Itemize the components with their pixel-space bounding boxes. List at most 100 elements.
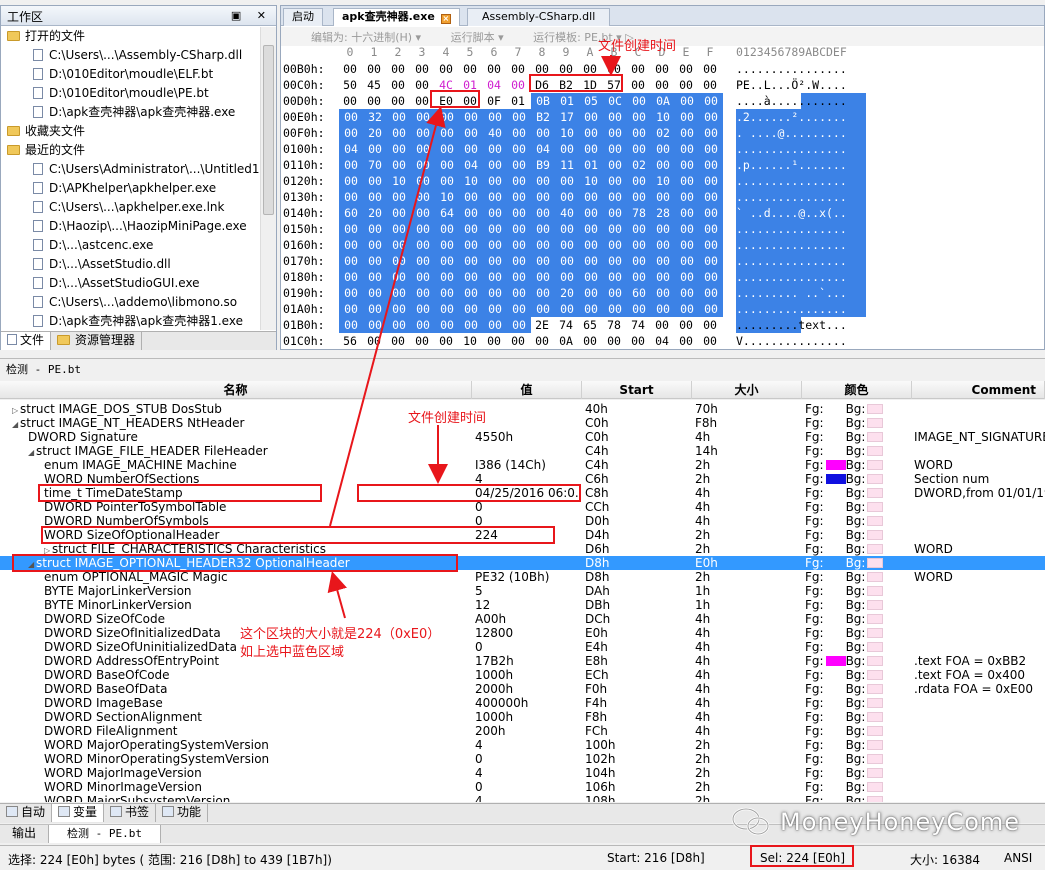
bg-swatch[interactable] <box>867 544 884 554</box>
hex-byte[interactable]: 02 <box>627 157 651 173</box>
hex-byte[interactable]: 00 <box>411 109 435 125</box>
hex-byte[interactable]: 00 <box>339 317 363 333</box>
hex-byte[interactable]: 00 <box>387 125 411 141</box>
hex-byte[interactable]: 00 <box>651 317 673 333</box>
hex-byte[interactable]: 00 <box>675 301 699 317</box>
hex-byte[interactable]: 00 <box>483 109 507 125</box>
hex-byte[interactable]: B9 <box>531 157 555 173</box>
hex-byte[interactable]: 00 <box>531 285 555 301</box>
hex-byte[interactable]: 00 <box>387 301 411 317</box>
hex-byte[interactable]: 00 <box>579 141 603 157</box>
fg-swatch[interactable] <box>826 684 846 694</box>
fg-swatch[interactable] <box>826 516 846 526</box>
col-start[interactable]: Start <box>582 381 692 399</box>
hex-byte[interactable]: 00 <box>699 205 723 221</box>
bg-swatch[interactable] <box>867 740 884 750</box>
tab-assembly-dll[interactable]: Assembly-CSharp.dll <box>467 8 611 26</box>
grid-color[interactable]: Fg: Bg: <box>805 794 910 802</box>
hex-byte[interactable]: 00 <box>507 125 531 141</box>
hex-byte[interactable]: 00 <box>387 237 411 253</box>
hex-byte[interactable]: 00 <box>579 301 603 317</box>
grid-row[interactable]: DWORD Signature 4550h C0h 4h Fg: Bg: IMAGE_NT_… <box>0 430 1045 444</box>
hex-byte[interactable]: 00 <box>531 205 555 221</box>
hex-byte[interactable]: 00 <box>339 109 363 125</box>
hex-byte[interactable]: 00 <box>507 109 531 125</box>
grid-color[interactable]: Fg: Bg: <box>805 444 910 458</box>
workspace-file-item[interactable]: C:\Users\...\addemo\libmono.so <box>1 293 261 312</box>
hex-byte[interactable]: 00 <box>435 333 457 349</box>
fg-swatch[interactable] <box>826 586 846 596</box>
hex-byte[interactable]: 00 <box>531 189 555 205</box>
hex-byte[interactable]: 00 <box>459 61 481 77</box>
hex-byte[interactable]: 00 <box>459 141 483 157</box>
bg-swatch[interactable] <box>867 586 884 596</box>
hex-byte[interactable]: 00 <box>459 317 483 333</box>
hex-byte[interactable]: 00 <box>387 269 411 285</box>
hex-byte[interactable]: 60 <box>339 205 363 221</box>
hex-row-ascii[interactable]: ................ <box>736 61 866 77</box>
tree-toggle-icon[interactable]: ◢ <box>28 446 36 458</box>
hex-byte[interactable]: 00 <box>507 269 531 285</box>
hex-row-ascii[interactable]: ................ <box>736 189 866 205</box>
hex-row-ascii[interactable]: .2......²....... <box>736 109 866 125</box>
hex-byte[interactable]: 00 <box>579 285 603 301</box>
tab-files[interactable]: 文件 <box>1 332 52 350</box>
hex-byte[interactable]: 00 <box>339 157 363 173</box>
hex-byte[interactable]: 00 <box>387 221 411 237</box>
hex-row-ascii[interactable]: ................ <box>736 237 866 253</box>
hex-byte[interactable]: 00 <box>459 285 483 301</box>
hex-byte[interactable]: 00 <box>555 301 579 317</box>
hex-byte[interactable]: 00 <box>339 301 363 317</box>
hex-byte[interactable]: 00 <box>555 189 579 205</box>
hex-byte[interactable]: 00 <box>699 61 721 77</box>
hex-byte[interactable]: 00 <box>387 141 411 157</box>
workspace-file-item[interactable]: C:\Users\...\Assembly-CSharp.dll <box>1 46 261 65</box>
hex-byte[interactable]: 04 <box>531 141 555 157</box>
col-color[interactable]: 颜色 <box>802 381 912 399</box>
hex-byte[interactable]: 00 <box>603 157 627 173</box>
hex-byte[interactable]: 00 <box>459 125 483 141</box>
hex-row-ascii[interactable]: ................ <box>736 253 866 269</box>
hex-byte[interactable]: 00 <box>435 141 459 157</box>
grid-color[interactable]: Fg: Bg: <box>805 780 910 794</box>
hex-byte[interactable]: 0F <box>483 93 505 109</box>
hex-byte[interactable]: 00 <box>339 237 363 253</box>
hex-byte[interactable]: 0A <box>651 93 675 109</box>
tab-explorer[interactable]: 资源管理器 <box>51 332 143 350</box>
hex-byte[interactable]: 00 <box>435 109 459 125</box>
hex-byte[interactable]: 00 <box>507 157 531 173</box>
bg-swatch[interactable] <box>867 726 884 736</box>
workspace-file-item[interactable]: D:\Haozip\...\HaozipMiniPage.exe <box>1 217 261 236</box>
hex-byte[interactable]: 00 <box>699 285 723 301</box>
hex-byte[interactable]: 01 <box>507 93 529 109</box>
col-comment[interactable]: Comment <box>912 381 1045 399</box>
hex-byte[interactable]: 00 <box>651 77 673 93</box>
workspace-file-item[interactable]: C:\Users\...\apkhelper.exe.lnk <box>1 198 261 217</box>
hex-byte[interactable]: 00 <box>579 333 601 349</box>
hex-byte[interactable]: 00 <box>363 301 387 317</box>
hex-byte[interactable]: 0C <box>603 93 627 109</box>
hex-byte[interactable]: 00 <box>555 269 579 285</box>
hex-byte[interactable]: 00 <box>603 109 627 125</box>
hex-byte[interactable]: 00 <box>603 301 627 317</box>
hex-byte[interactable]: 00 <box>675 109 699 125</box>
hex-row-ascii[interactable]: ....à........... <box>736 93 866 109</box>
hex-byte[interactable]: 00 <box>627 173 651 189</box>
grid-color[interactable]: Fg: Bg: <box>805 514 910 528</box>
bg-swatch[interactable] <box>867 460 884 470</box>
hex-byte[interactable]: 00 <box>699 141 723 157</box>
hex-byte[interactable]: 11 <box>555 157 579 173</box>
hex-byte[interactable]: 00 <box>699 125 723 141</box>
fg-swatch[interactable] <box>826 670 846 680</box>
grid-row[interactable]: WORD MajorSubsystemVersion 4 108h 2h Fg: Bg: <box>0 794 1045 802</box>
grid-color[interactable]: Fg: Bg: <box>805 752 910 766</box>
hex-byte[interactable]: 00 <box>483 205 507 221</box>
hex-byte[interactable]: 00 <box>435 157 459 173</box>
hex-byte[interactable]: 00 <box>387 77 409 93</box>
hex-byte[interactable]: 74 <box>627 317 649 333</box>
hex-byte[interactable]: 00 <box>627 221 651 237</box>
fg-swatch[interactable] <box>826 488 846 498</box>
hex-byte[interactable]: 00 <box>531 301 555 317</box>
hex-byte[interactable]: 10 <box>387 173 411 189</box>
hex-byte[interactable]: 00 <box>411 157 435 173</box>
